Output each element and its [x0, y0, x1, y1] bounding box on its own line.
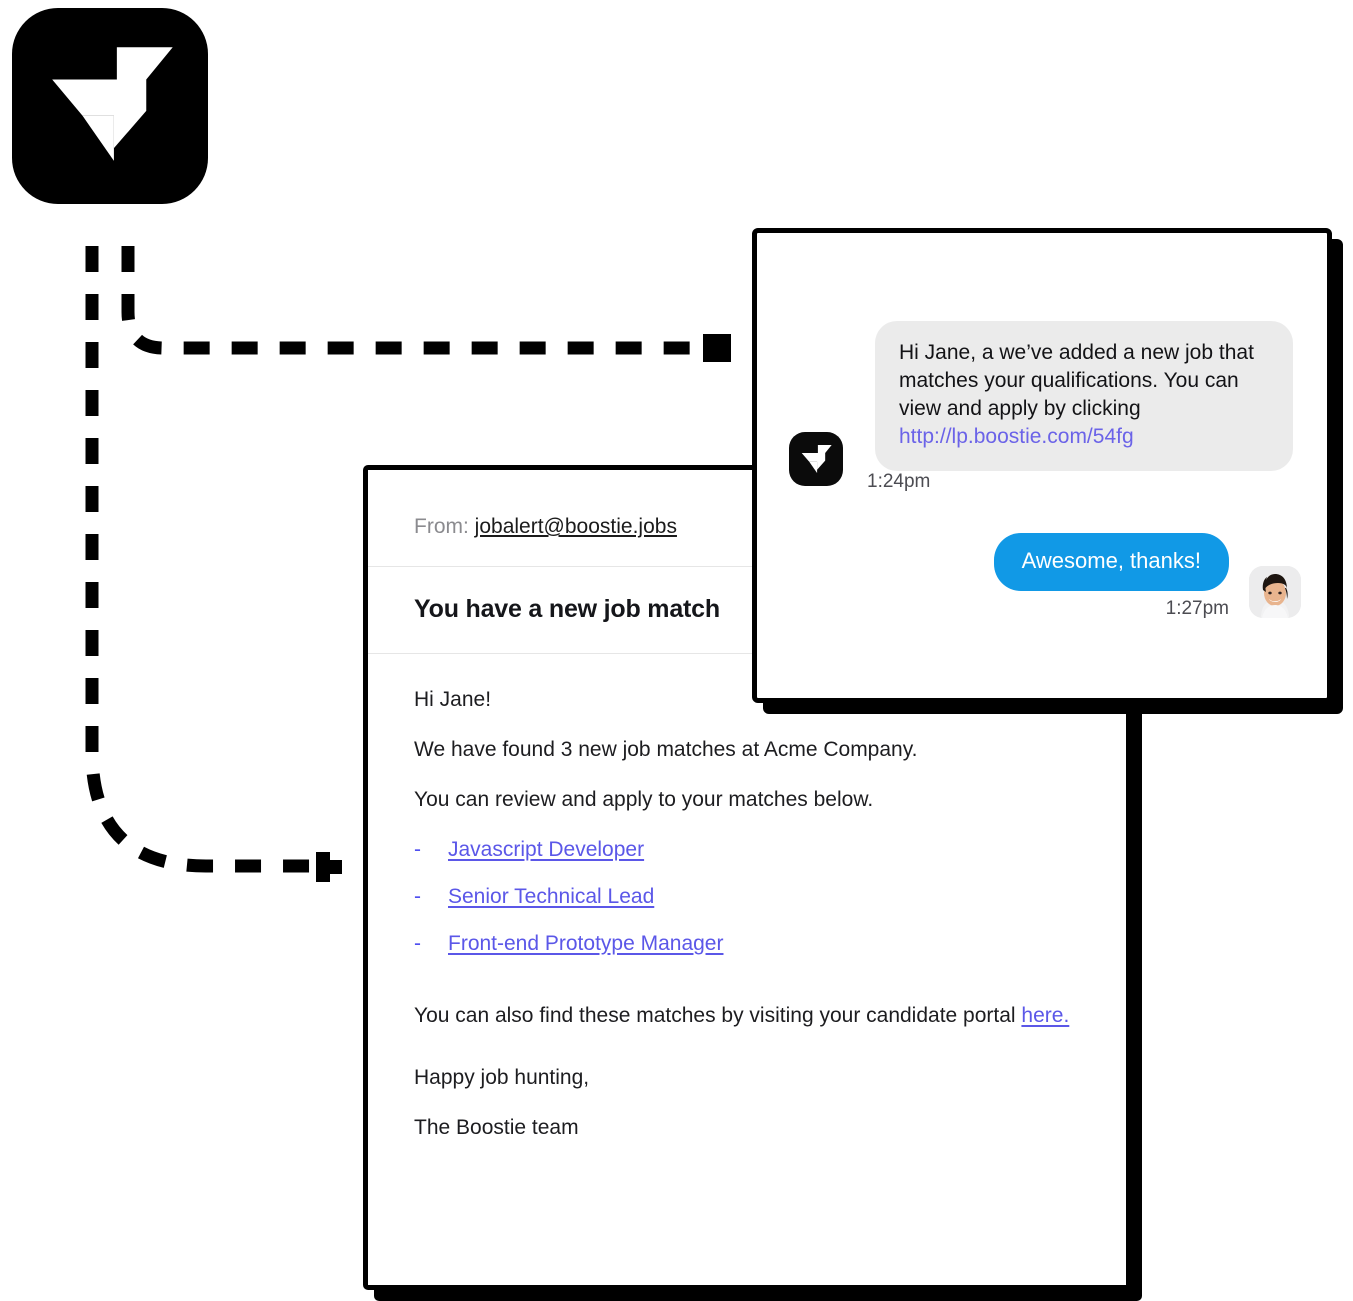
- brand-logo: [12, 8, 208, 204]
- email-body: Hi Jane! We have found 3 new job matches…: [414, 654, 1080, 1142]
- list-item: - Javascript Developer: [414, 836, 1080, 864]
- list-item: - Front-end Prototype Manager: [414, 930, 1080, 958]
- jane-profile-photo-icon: [1249, 566, 1301, 618]
- email-from-label: From:: [414, 515, 469, 538]
- connector-to-email-endpoint-stem: [316, 852, 330, 882]
- email-instruction: You can review and apply to your matches…: [414, 788, 874, 811]
- boostie-lightning-bird-logo-icon: [52, 47, 173, 161]
- sms-sender-logo: [789, 432, 843, 486]
- list-bullet: -: [414, 932, 421, 955]
- list-bullet: -: [414, 885, 421, 908]
- connector-to-sms-endpoint: [703, 334, 731, 362]
- email-signoff: Happy job hunting,: [414, 1066, 590, 1089]
- sms-incoming-bubble: Hi Jane, a we’ve added a new job that ma…: [875, 321, 1293, 471]
- sms-incoming-timestamp: 1:24pm: [867, 471, 931, 492]
- boostie-lightning-bird-logo-icon: [801, 444, 832, 474]
- email-from-address[interactable]: jobalert@boostie.jobs: [475, 515, 677, 538]
- job-match-link-1[interactable]: Javascript Developer: [448, 836, 644, 864]
- email-intro: We have found 3 new job matches at Acme …: [414, 738, 918, 761]
- email-team: The Boostie team: [414, 1116, 579, 1139]
- connector-to-email-endpoint-arm: [316, 860, 342, 874]
- illustration-stage: From: jobalert@boostie.jobs You have a n…: [0, 0, 1353, 1301]
- email-portal-paragraph: You can also find these matches by visit…: [414, 1002, 1080, 1030]
- sms-incoming-text: Hi Jane, a we’ve added a new job that ma…: [899, 341, 1254, 420]
- sms-outgoing-timestamp: 1:27pm: [1165, 598, 1229, 619]
- job-match-list: - Javascript Developer - Senior Technica…: [414, 836, 1080, 958]
- connector-to-email: [85, 246, 316, 873]
- email-portal-text: You can also find these matches by visit…: [414, 1004, 1022, 1027]
- sms-job-link[interactable]: http://lp.boostie.com/54fg: [899, 425, 1134, 448]
- avatar: [1249, 566, 1301, 618]
- list-bullet: -: [414, 838, 421, 861]
- list-item: - Senior Technical Lead: [414, 883, 1080, 911]
- job-match-link-3[interactable]: Front-end Prototype Manager: [448, 930, 723, 958]
- connector-to-sms: [121, 246, 712, 355]
- candidate-portal-link[interactable]: here.: [1021, 1004, 1069, 1027]
- sms-outgoing-bubble: Awesome, thanks!: [993, 533, 1229, 591]
- job-match-link-2[interactable]: Senior Technical Lead: [448, 883, 654, 911]
